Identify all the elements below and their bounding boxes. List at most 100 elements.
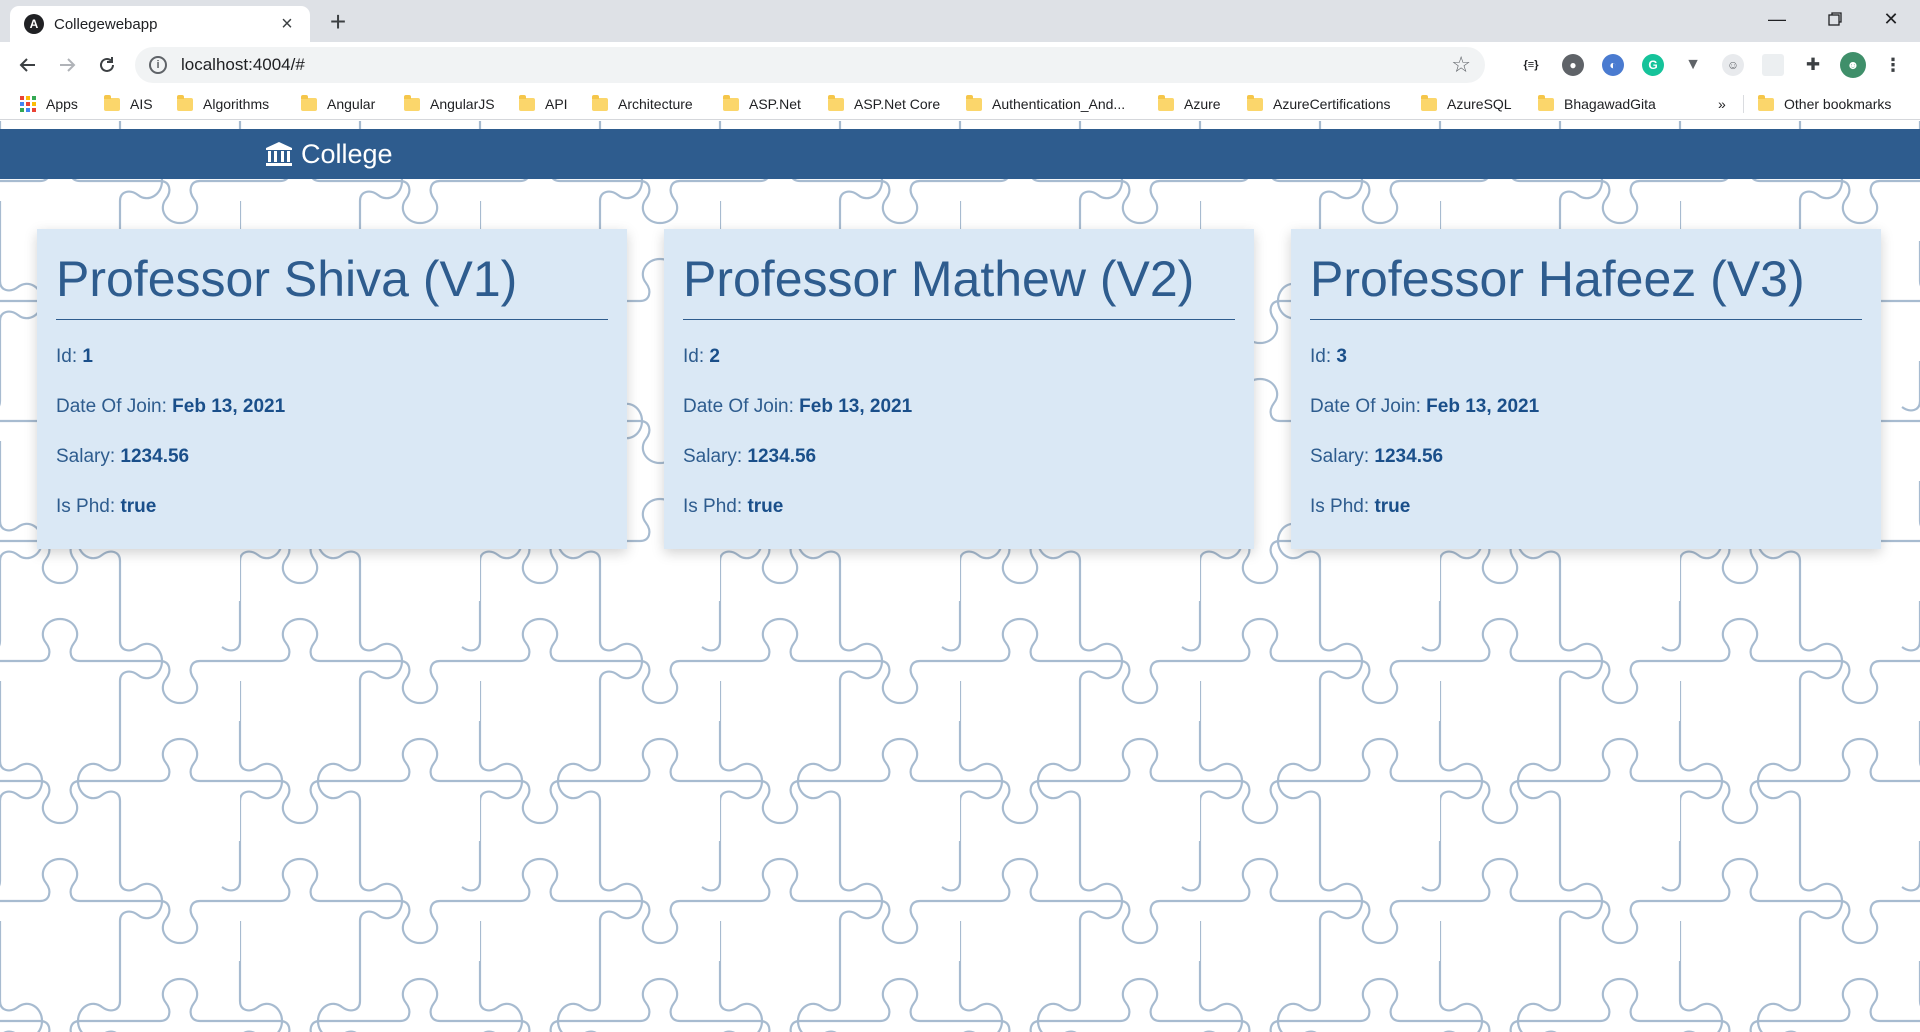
folder-icon [1158,94,1174,111]
grammarly-icon[interactable]: G [1642,54,1664,76]
doj-label: Date Of Join: [56,396,167,417]
id-row: Id: 1 [56,345,608,369]
forward-icon[interactable] [51,49,83,81]
browser-tab[interactable]: A Collegewebapp × [10,6,310,42]
salary-row: Salary: 1234.56 [683,445,1235,469]
folder-icon [1758,94,1774,111]
bookmark-folder[interactable]: AIS [104,93,153,115]
professor-name: Professor Hafeez (V3) [1310,245,1862,320]
doj-value: Feb 13, 2021 [172,396,286,417]
folder-icon [301,94,317,111]
bookmark-label: AzureSQL [1447,96,1512,112]
folder-icon [104,94,120,111]
profile-avatar[interactable]: ☻ [1840,52,1866,78]
bookmark-label: AIS [130,96,153,112]
restore-icon[interactable] [1806,0,1864,38]
doj-value: Feb 13, 2021 [799,396,913,417]
phd-value: true [1374,496,1411,517]
professor-card: Professor Hafeez (V3) Id: 3 Date Of Join… [1291,229,1881,549]
id-label: Id: [56,346,78,367]
doj-label: Date Of Join: [1310,396,1421,417]
salary-value: 1234.56 [747,446,817,467]
minimize-icon[interactable]: — [1748,0,1806,38]
close-tab-icon[interactable]: × [276,13,298,36]
doj-row: Date Of Join: Feb 13, 2021 [56,395,608,419]
id-value: 3 [1336,346,1347,367]
bookmark-folder[interactable]: AzureCertifications [1247,93,1391,115]
bookmark-folder[interactable]: BhagawadGita [1538,93,1656,115]
bookmark-label: BhagawadGita [1564,96,1656,112]
extension-circle-icon[interactable]: ● [1562,54,1584,76]
bookmarks-overflow-icon[interactable]: » [1718,93,1726,115]
page-viewport: College Professor Shiva (V1) Id: 1 Date … [0,121,1920,1032]
bookmark-label: Architecture [618,96,693,112]
bookmark-folder[interactable]: Azure [1158,93,1221,115]
doj-row: Date Of Join: Feb 13, 2021 [683,395,1235,419]
bookmark-folder[interactable]: Algorithms [177,93,269,115]
bookmark-label: Authentication_And... [992,96,1126,112]
doj-label: Date Of Join: [683,396,794,417]
extension-braces-icon[interactable]: {≡} [1520,54,1542,76]
id-row: Id: 3 [1310,345,1862,369]
extension-square-icon[interactable] [1762,54,1784,76]
salary-label: Salary: [1310,446,1370,467]
phd-label: Is Phd: [56,496,116,517]
extension-face-icon[interactable]: ☺ [1722,54,1744,76]
bookmark-folder[interactable]: ASP.Net [723,93,801,115]
bookmark-other[interactable]: Other bookmarks [1758,93,1891,115]
apps-grid-icon [20,96,36,112]
bookmark-folder[interactable]: ASP.Net Core [828,93,940,115]
folder-icon [1247,94,1263,111]
bookmark-label: Azure [1184,96,1221,112]
brand-link[interactable]: College [265,129,393,179]
extension-globe-icon[interactable]: ◐ [1602,54,1624,76]
bookmarks-divider [1743,95,1744,113]
bookmark-label: Other bookmarks [1784,96,1892,112]
bookmark-label: ASP.Net Core [854,96,941,112]
bookmark-apps[interactable]: Apps [20,93,78,115]
salary-label: Salary: [56,446,116,467]
extension-v-icon[interactable]: ▼ [1682,54,1704,76]
bookmark-label: AngularJS [430,96,495,112]
bookmark-folder[interactable]: Architecture [592,93,693,115]
bookmark-label: Algorithms [203,96,270,112]
phd-value: true [747,496,784,517]
salary-label: Salary: [683,446,743,467]
back-icon[interactable] [12,49,44,81]
extensions-puzzle-icon[interactable]: ✚ [1802,54,1824,76]
new-tab-icon[interactable]: + [322,6,354,38]
professor-card: Professor Shiva (V1) Id: 1 Date Of Join:… [37,229,627,549]
site-info-icon[interactable]: i [149,56,167,74]
phd-row: Is Phd: true [1310,495,1862,519]
bookmark-label: API [545,96,568,112]
bookmark-folder[interactable]: AngularJS [404,93,495,115]
bookmark-folder[interactable]: Authentication_And... [966,93,1125,115]
phd-value: true [120,496,157,517]
phd-label: Is Phd: [1310,496,1370,517]
folder-icon [723,94,739,111]
menu-kebab-icon[interactable]: ⋮ [1882,54,1904,76]
tab-strip: A Collegewebapp × + — ✕ [0,0,1920,42]
bookmark-label: Angular [327,96,376,112]
address-bar[interactable]: i localhost:4004/# ☆ [135,47,1485,83]
folder-icon [1421,94,1437,111]
bookmark-folder[interactable]: Angular [301,93,375,115]
folder-icon [1538,94,1554,111]
professor-card: Professor Mathew (V2) Id: 2 Date Of Join… [664,229,1254,549]
url-text[interactable]: localhost:4004/# [181,55,1451,75]
bookmark-folder[interactable]: API [519,93,568,115]
doj-value: Feb 13, 2021 [1426,396,1540,417]
bookmark-label: ASP.Net [749,96,801,112]
folder-icon [177,94,193,111]
bookmark-star-icon[interactable]: ☆ [1451,52,1471,78]
folder-icon [404,94,420,111]
salary-row: Salary: 1234.56 [56,445,608,469]
institution-icon [266,142,292,166]
bookmark-folder[interactable]: AzureSQL [1421,93,1512,115]
reload-icon[interactable] [91,49,123,81]
id-label: Id: [1310,346,1332,367]
browser-toolbar: i localhost:4004/# ☆ {≡} ● ◐ G ▼ ☺ ✚ ☻ ⋮ [0,42,1920,88]
id-value: 1 [82,346,93,367]
salary-value: 1234.56 [1374,446,1444,467]
close-window-icon[interactable]: ✕ [1862,0,1920,38]
